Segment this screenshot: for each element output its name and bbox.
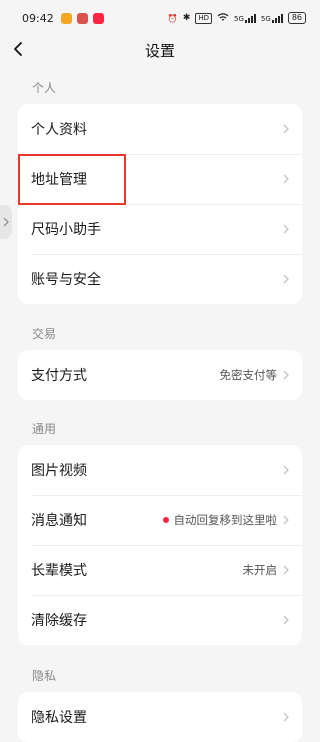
page-title: 设置	[144, 41, 175, 60]
item-label: 图片视频	[31, 463, 87, 479]
chevron-right-icon	[283, 370, 289, 380]
chevron-right-icon	[283, 224, 289, 234]
section-label-transaction: 交易	[32, 327, 57, 341]
status-time: 09:42	[22, 11, 54, 25]
settings-item-address[interactable]: 地址管理	[18, 154, 302, 204]
settings-item-elder-mode[interactable]: 长辈模式 未开启	[18, 545, 302, 595]
item-label: 尺码小助手	[31, 222, 101, 238]
item-label: 支付方式	[31, 368, 87, 384]
network-label: 5G	[234, 15, 244, 23]
settings-item-notifications[interactable]: 消息通知 自动回复移到这里啦	[18, 495, 302, 545]
section-label-privacy: 隐私	[32, 669, 57, 683]
settings-item-profile[interactable]: 个人资料	[18, 104, 302, 154]
item-label: 清除缓存	[31, 613, 87, 629]
status-bar: 09:42 ⏰ ✱ HD 5G 5G 86	[0, 0, 320, 36]
weibo-app-icon	[60, 12, 72, 24]
chevron-right-icon	[3, 217, 9, 227]
settings-item-media[interactable]: 图片视频	[18, 445, 302, 495]
shop-app-icon	[92, 12, 104, 24]
settings-item-privacy[interactable]: 隐私设置	[18, 692, 302, 742]
item-value: 免密支付等	[219, 368, 278, 382]
item-value: 自动回复移到这里啦	[173, 513, 278, 527]
alarm-icon: ⏰	[167, 13, 178, 23]
item-label: 长辈模式	[31, 563, 87, 579]
back-icon[interactable]	[8, 38, 30, 60]
settings-item-payment[interactable]: 支付方式 免密支付等	[18, 350, 302, 400]
item-label: 地址管理	[31, 172, 87, 188]
network-label-2: 5G	[260, 15, 271, 23]
chevron-right-icon	[283, 174, 289, 184]
item-value: 未开启	[242, 563, 278, 577]
bluetooth-icon: ✱	[182, 13, 191, 23]
signal-icon: 5G	[234, 13, 256, 23]
item-label: 个人资料	[31, 122, 87, 138]
settings-item-account-security[interactable]: 账号与安全	[18, 254, 302, 304]
settings-item-size-assistant[interactable]: 尺码小助手	[18, 204, 302, 254]
battery-indicator: 86	[287, 12, 306, 24]
side-panel-handle[interactable]	[0, 205, 12, 239]
settings-item-clear-cache[interactable]: 清除缓存	[18, 595, 302, 645]
signal-icon-2: 5G	[261, 13, 283, 23]
section-label-general: 通用	[32, 422, 57, 436]
wifi-icon	[217, 12, 229, 24]
nav-bar: 设置	[0, 36, 320, 64]
card-privacy: 隐私设置	[18, 692, 302, 742]
item-label: 隐私设置	[31, 710, 87, 726]
chevron-right-icon	[283, 274, 289, 284]
chevron-right-icon	[283, 712, 289, 722]
item-label: 消息通知	[31, 513, 87, 529]
chevron-right-icon	[283, 465, 289, 475]
card-transaction: 支付方式 免密支付等	[18, 350, 302, 400]
app-notification-icon	[76, 12, 88, 24]
chevron-right-icon	[283, 124, 289, 134]
chevron-right-icon	[283, 615, 289, 625]
card-personal: 个人资料 地址管理 尺码小助手 账号与安全	[18, 104, 302, 304]
chevron-right-icon	[283, 565, 289, 575]
section-label-personal: 个人	[32, 81, 57, 95]
item-label: 账号与安全	[31, 272, 101, 288]
card-general: 图片视频 消息通知 自动回复移到这里啦 长辈模式 未开启 清除缓存	[18, 445, 302, 645]
chevron-right-icon	[283, 515, 289, 525]
unread-dot	[162, 517, 169, 523]
hd-badge: HD	[195, 12, 213, 24]
